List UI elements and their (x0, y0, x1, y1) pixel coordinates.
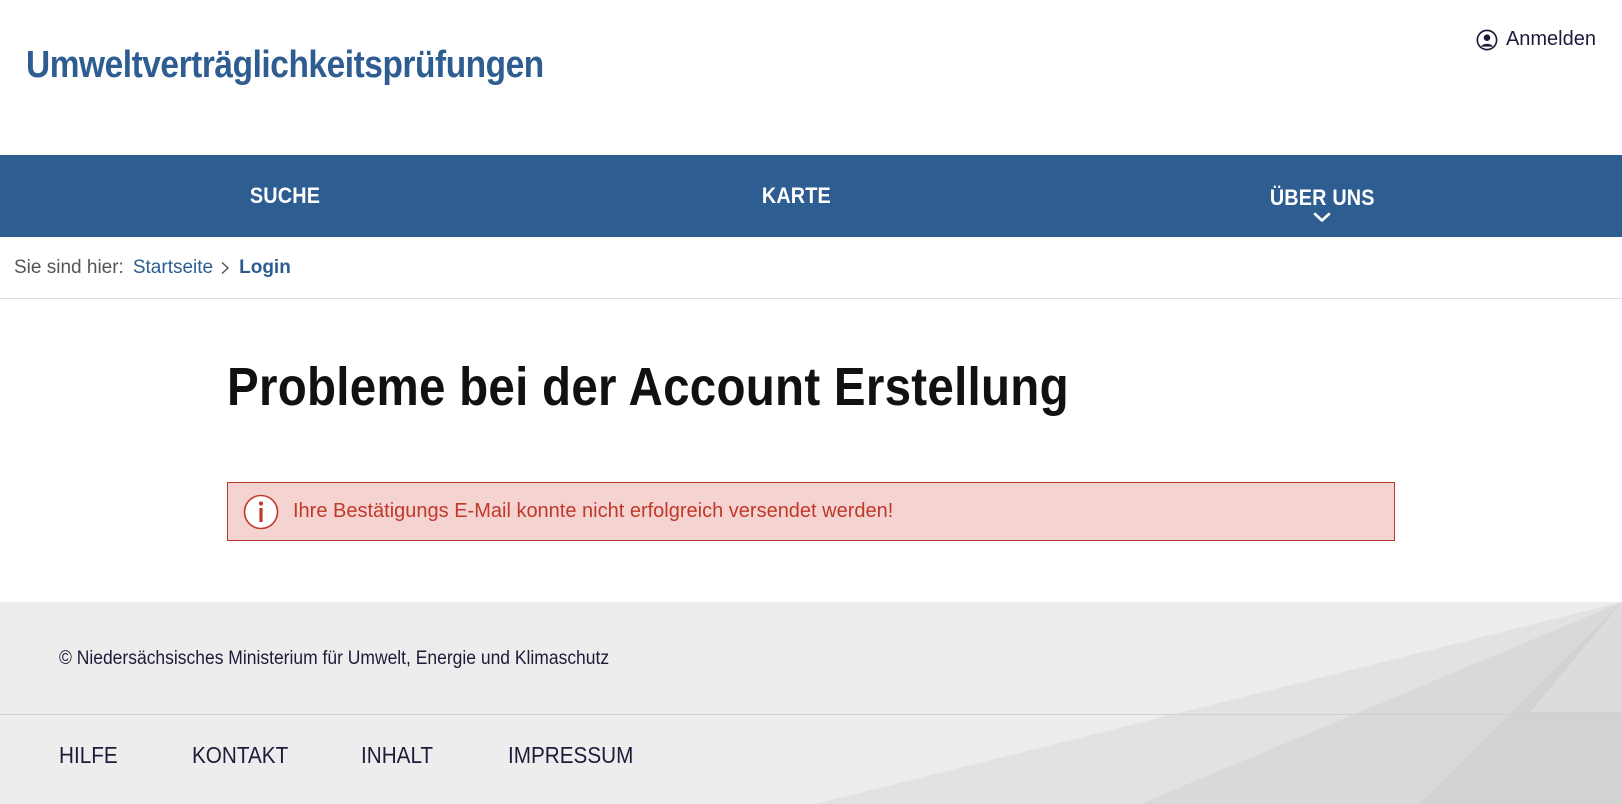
nav-item-label: SUCHE (249, 183, 321, 208)
footer-link-inhalt[interactable]: INHALT (361, 742, 433, 769)
info-icon (243, 494, 279, 529)
nav-item-ueber-uns[interactable]: ÜBER UNS (1222, 155, 1422, 237)
footer-link-impressum[interactable]: IMPRESSUM (508, 742, 633, 769)
site-header: Umweltverträglichkeitsprüfungen Anmelden (0, 0, 1622, 155)
main-navigation: SUCHE KARTE ÜBER UNS (0, 155, 1622, 237)
nav-item-label: KARTE (761, 183, 831, 208)
breadcrumb-home-link[interactable]: Startseite (133, 257, 213, 279)
site-title[interactable]: Umweltverträglichkeitsprüfungen (26, 44, 544, 87)
breadcrumb: Sie sind hier: Startseite Login (0, 237, 1622, 299)
breadcrumb-prefix: Sie sind hier: (14, 256, 124, 278)
footer-divider (0, 714, 1622, 715)
login-label: Anmelden (1505, 28, 1596, 50)
nav-item-suche[interactable]: SUCHE (185, 155, 385, 237)
page-title: Probleme bei der Account Erstellung (227, 357, 1069, 417)
login-link[interactable]: Anmelden (1476, 28, 1596, 51)
breadcrumb-current: Login (239, 256, 291, 278)
footer-decoration (815, 602, 1622, 804)
user-circle-icon (1476, 29, 1498, 50)
error-alert: Ihre Bestätigungs E-Mail konnte nicht er… (227, 482, 1395, 541)
chevron-right-icon (221, 261, 230, 274)
nav-item-karte[interactable]: KARTE (696, 155, 896, 237)
nav-item-label: ÜBER UNS (1269, 184, 1375, 210)
copyright-notice: © Niedersächsisches Ministerium für Umwe… (59, 648, 610, 669)
alert-message: Ihre Bestätigungs E-Mail konnte nicht er… (293, 500, 894, 522)
chevron-down-icon (1313, 212, 1331, 222)
footer-link-kontakt[interactable]: KONTAKT (192, 742, 288, 769)
footer-link-hilfe[interactable]: HILFE (59, 742, 118, 769)
site-footer: © Niedersächsisches Ministerium für Umwe… (0, 602, 1622, 804)
